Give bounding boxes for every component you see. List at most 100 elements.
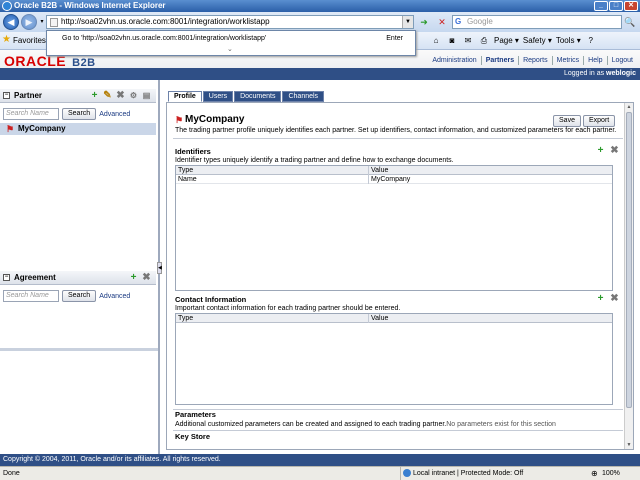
partner-search-input[interactable]: Search Name	[3, 108, 59, 120]
zoom-level[interactable]: ⊕ 100%	[590, 467, 620, 480]
chevron-down-icon[interactable]: ⌄	[227, 45, 233, 53]
globe-icon	[403, 469, 411, 477]
collapse-icon[interactable]: −	[3, 92, 10, 99]
sidebar-collapse-handle[interactable]: ◀	[157, 262, 162, 274]
agreement-panel-title: Agreement	[14, 273, 56, 282]
stop-icon[interactable]: ✕	[436, 16, 448, 28]
maximize-button[interactable]: □	[609, 1, 623, 11]
table-header: Type Value	[176, 166, 612, 175]
close-button[interactable]: ✕	[624, 1, 638, 11]
favorites-button[interactable]: ★ Favorites	[2, 35, 46, 46]
add-identifier-icon[interactable]: +	[595, 145, 606, 156]
section-divider	[173, 409, 623, 410]
collapse-icon[interactable]: −	[3, 274, 10, 281]
security-zone[interactable]: Local intranet | Protected Mode: Off	[400, 467, 523, 480]
nav-reports[interactable]: Reports	[518, 56, 552, 65]
nav-administration[interactable]: Administration	[428, 56, 480, 65]
print-icon[interactable]: ⎙	[478, 36, 490, 46]
read-mail-icon[interactable]: ✉	[462, 36, 474, 46]
header-band: Logged in as weblogic	[0, 68, 640, 80]
parameters-empty: No parameters exist for this section	[446, 421, 556, 428]
partner-flag-icon: ⚑	[6, 124, 15, 134]
column-type[interactable]: Type	[178, 166, 193, 175]
home-icon[interactable]: ⌂	[430, 36, 442, 46]
browser-statusbar: Done Local intranet | Protected Mode: Of…	[0, 466, 640, 480]
delete-contact-icon[interactable]: ✖	[609, 293, 620, 304]
table-row[interactable]: Name MyCompany	[176, 175, 612, 184]
address-dropdown-icon[interactable]: ▼	[402, 16, 413, 28]
search-go-icon[interactable]: 🔍	[624, 16, 636, 28]
contact-tools: + ✖	[595, 293, 620, 304]
copyright-text: Copyright © 2004, 2011, Oracle and/or it…	[3, 456, 221, 463]
partner-panel-title: Partner	[14, 91, 43, 100]
ie-logo-icon	[2, 1, 12, 11]
parameters-title: Parameters	[175, 410, 216, 419]
forward-button[interactable]: ▶	[21, 14, 37, 30]
partner-panel-header: − Partner + ✎ ✖ ⚙ ▤	[0, 89, 156, 103]
partner-tools: + ✎ ✖ ⚙ ▤	[89, 90, 152, 101]
page-menu[interactable]: Page ▾	[494, 36, 519, 46]
partner-list-item[interactable]: ⚑ MyCompany	[0, 123, 156, 135]
partner-settings-icon[interactable]: ⚙	[128, 90, 139, 101]
address-autocomplete[interactable]: Go to 'http://soa02vhn.us.oracle.com:800…	[46, 30, 416, 56]
nav-help[interactable]: Help	[583, 56, 606, 65]
nav-logout[interactable]: Logout	[606, 56, 637, 65]
edit-icon[interactable]: ✎	[102, 90, 113, 101]
identifiers-title: Identifiers	[175, 147, 211, 156]
scroll-up-icon[interactable]: ▲	[625, 103, 633, 111]
go-icon[interactable]: ➜	[418, 16, 430, 28]
column-value[interactable]: Value	[368, 314, 388, 323]
minimize-button[interactable]: _	[594, 1, 608, 11]
partner-advanced-link[interactable]: Advanced	[99, 111, 130, 118]
browser-navbar: ◀ ▶ ▾ http://soa02vhn.us.oracle.com:8001…	[0, 12, 640, 32]
add-contact-icon[interactable]: +	[595, 293, 606, 304]
search-box[interactable]: G Google	[452, 15, 622, 29]
vertical-scrollbar[interactable]: ▲ ▼	[624, 103, 633, 449]
table-header: Type Value	[176, 314, 612, 323]
tab-profile[interactable]: Profile	[168, 91, 202, 102]
scroll-thumb[interactable]	[626, 112, 632, 408]
contact-table: Type Value	[175, 313, 613, 405]
company-name: MyCompany	[185, 114, 245, 125]
nav-partners[interactable]: Partners	[480, 56, 518, 65]
tools-menu[interactable]: Tools ▾	[556, 36, 581, 46]
scroll-down-icon[interactable]: ▼	[625, 441, 633, 449]
feeds-icon[interactable]: ◙	[446, 36, 458, 46]
identifiers-table: Type Value Name MyCompany	[175, 165, 613, 291]
delete-icon[interactable]: ✖	[115, 90, 126, 101]
column-type[interactable]: Type	[178, 314, 193, 323]
back-button[interactable]: ◀	[3, 14, 19, 30]
add-partner-icon[interactable]: +	[89, 90, 100, 101]
address-bar[interactable]: http://soa02vhn.us.oracle.com:8001/integ…	[46, 15, 414, 29]
panel-divider[interactable]	[0, 348, 158, 351]
agreement-search-input[interactable]: Search Name	[3, 290, 59, 302]
agreement-search-button[interactable]: Search	[62, 290, 97, 302]
nav-metrics[interactable]: Metrics	[551, 56, 584, 65]
zone-text: Local intranet | Protected Mode: Off	[413, 470, 524, 477]
export-partner-icon[interactable]: ▤	[141, 90, 152, 101]
tab-users[interactable]: Users	[202, 91, 234, 102]
help-icon[interactable]: ?	[585, 36, 597, 46]
agreement-advanced-link[interactable]: Advanced	[99, 293, 130, 300]
cell-value: MyCompany	[368, 175, 410, 184]
logged-in-status: Logged in as weblogic	[564, 70, 636, 77]
column-value[interactable]: Value	[368, 166, 388, 175]
autocomplete-goto[interactable]: Go to 'http://soa02vhn.us.oracle.com:800…	[62, 35, 266, 42]
save-button[interactable]: Save	[553, 115, 581, 127]
delete-icon[interactable]: ✖	[141, 272, 152, 283]
tab-channels[interactable]: Channels	[282, 91, 325, 102]
export-button[interactable]: Export	[583, 115, 615, 127]
page-icon	[50, 18, 58, 27]
page-title: ⚑ MyCompany	[175, 114, 244, 125]
add-agreement-icon[interactable]: +	[128, 272, 139, 283]
left-sidebar: − Partner + ✎ ✖ ⚙ ▤ Search Name Search A…	[0, 80, 160, 454]
partner-search-button[interactable]: Search	[62, 108, 97, 120]
profile-panel: ⚑ MyCompany Save Export The trading part…	[166, 102, 634, 450]
zoom-icon: ⊕	[591, 469, 598, 478]
favorites-label: Favorites	[13, 36, 46, 45]
profile-description: The trading partner profile uniquely ide…	[175, 127, 617, 134]
safety-menu[interactable]: Safety ▾	[523, 36, 552, 46]
parameters-description: Additional customized parameters can be …	[175, 421, 556, 428]
tab-documents[interactable]: Documents	[234, 91, 282, 102]
delete-identifier-icon[interactable]: ✖	[609, 145, 620, 156]
